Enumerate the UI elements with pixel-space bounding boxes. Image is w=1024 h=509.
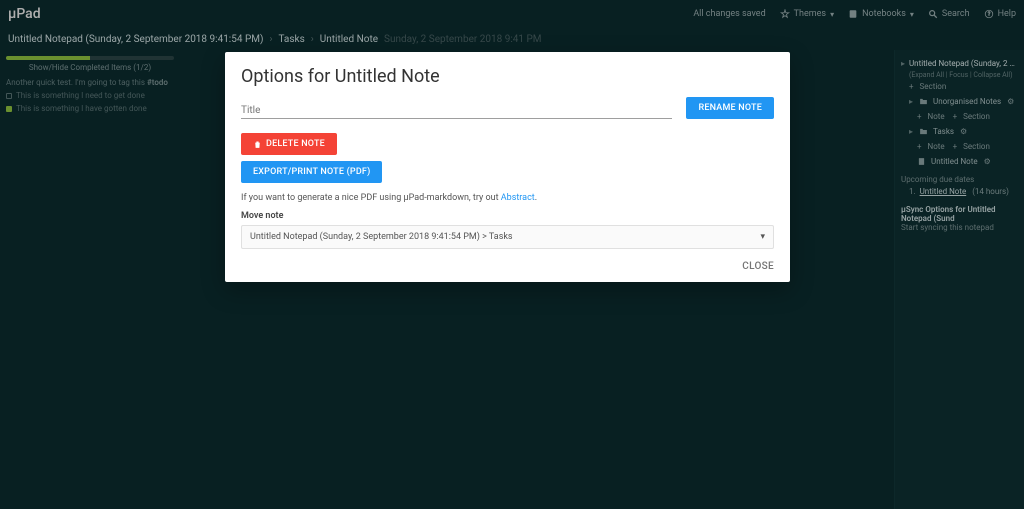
abstract-link[interactable]: Abstract	[501, 193, 535, 203]
delete-note-button[interactable]: DELETE NOTE	[241, 133, 337, 155]
move-note-label: Move note	[241, 211, 774, 221]
chevron-down-icon: ▾	[760, 232, 765, 242]
move-note-select[interactable]: Untitled Notepad (Sunday, 2 September 20…	[241, 225, 774, 249]
close-button[interactable]: CLOSE	[742, 261, 774, 272]
export-note-button[interactable]: EXPORT/PRINT NOTE (PDF)	[241, 161, 382, 183]
note-title-input[interactable]	[241, 101, 672, 119]
note-options-modal: Options for Untitled Note RENAME NOTE DE…	[225, 52, 790, 282]
pdf-hint: If you want to generate a nice PDF using…	[241, 193, 774, 203]
rename-note-button[interactable]: RENAME NOTE	[686, 97, 774, 119]
modal-title: Options for Untitled Note	[241, 66, 774, 87]
trash-icon	[253, 140, 262, 149]
